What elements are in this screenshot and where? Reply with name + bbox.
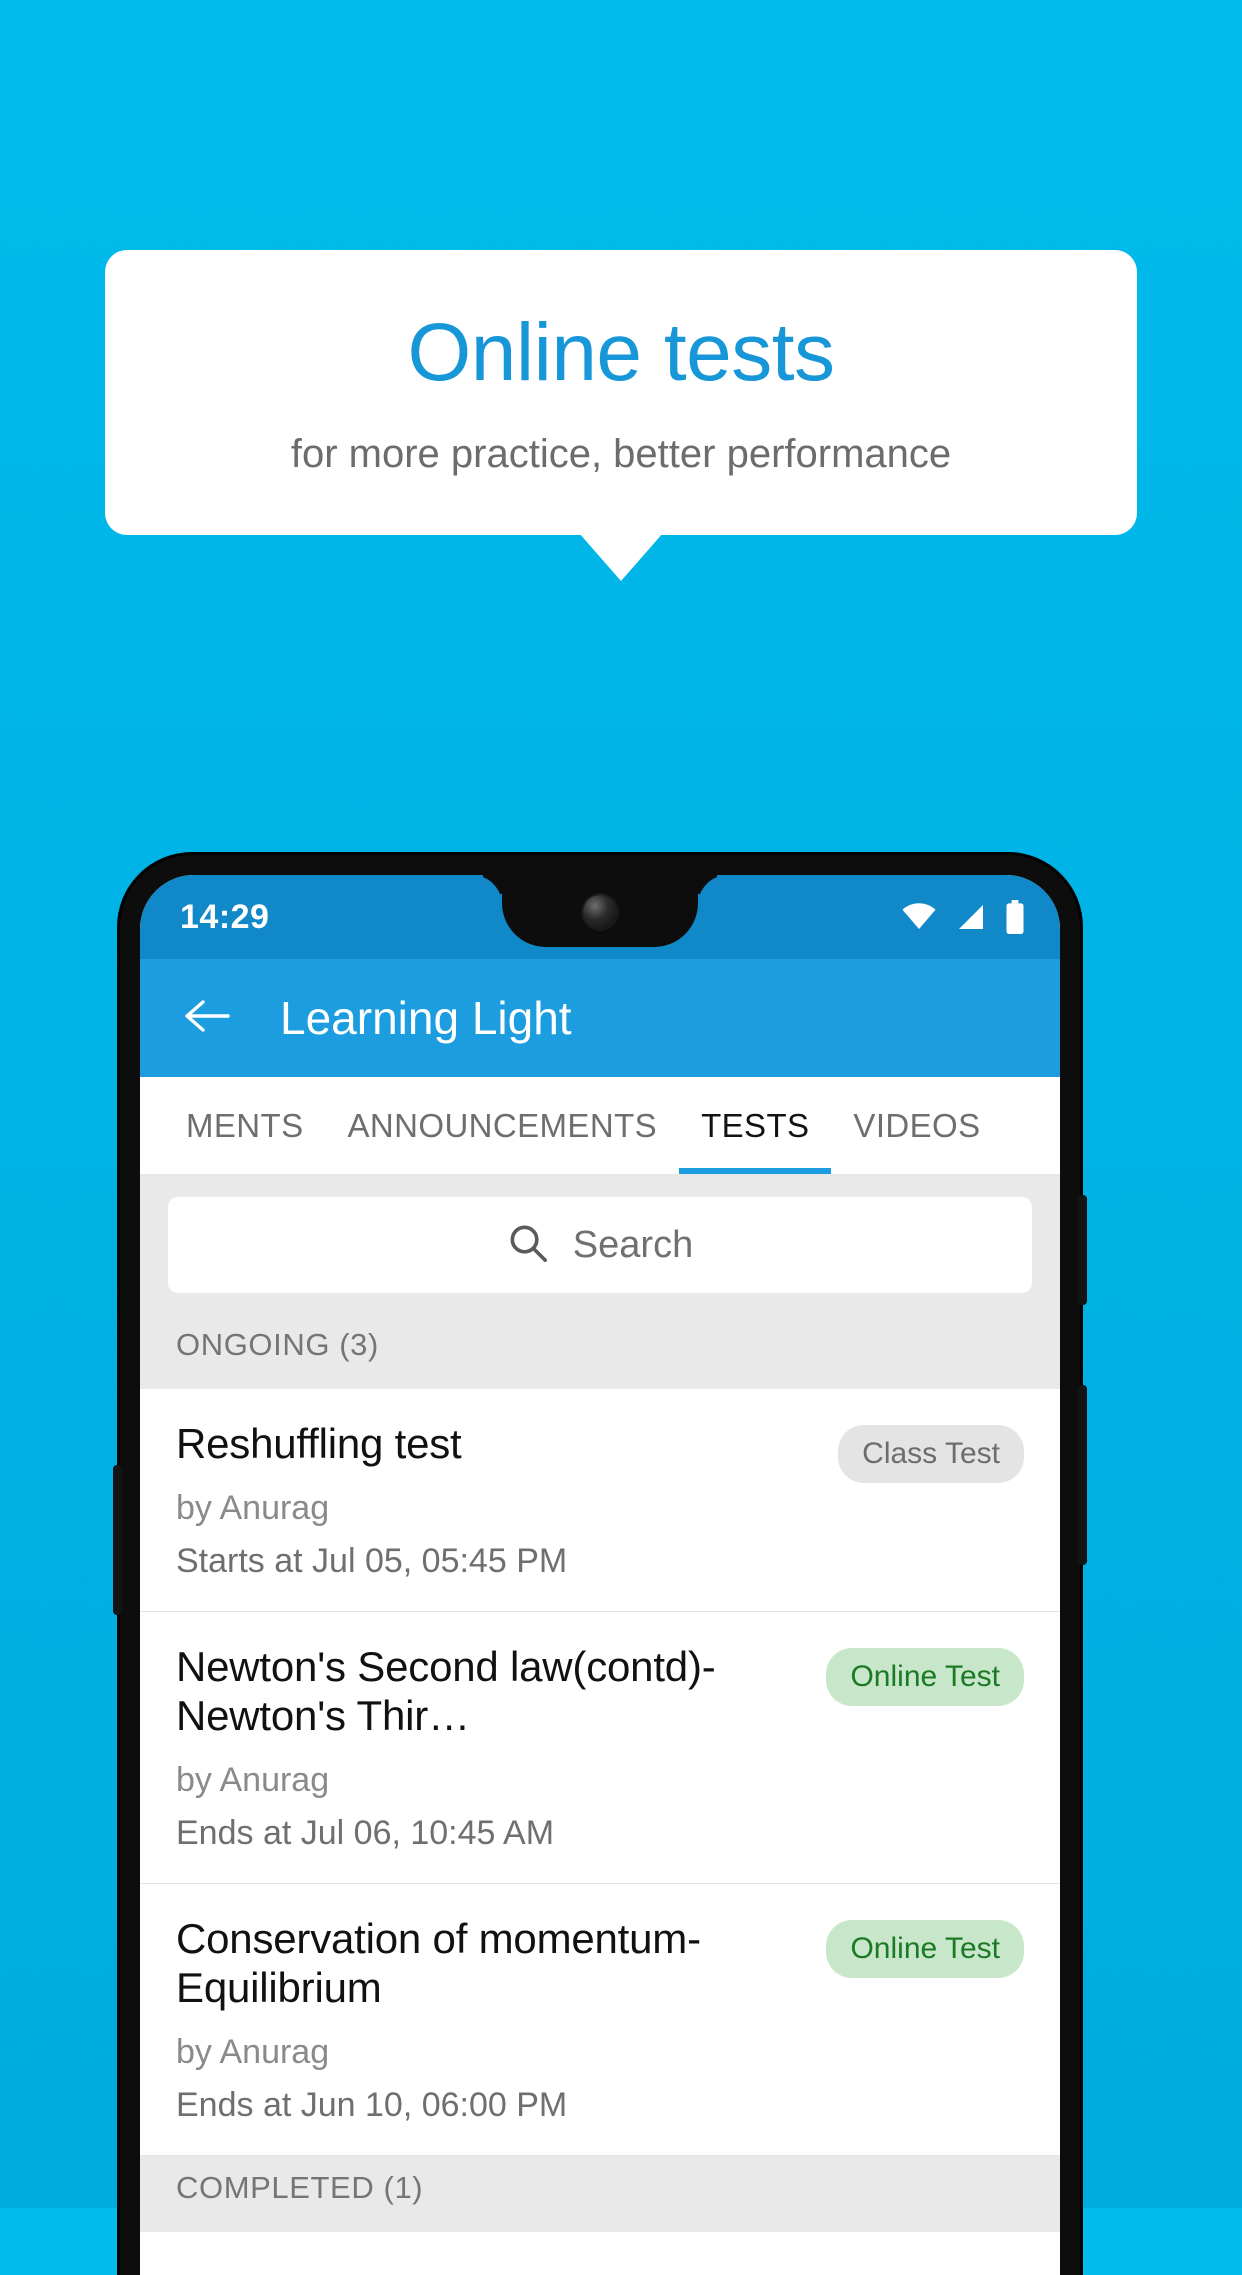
table-row[interactable]: Reshuffling test by Anurag Starts at Jul… [140, 1389, 1060, 1612]
side-button-left[interactable] [113, 1465, 122, 1615]
promo-title: Online tests [407, 307, 835, 398]
search-area: Search [140, 1175, 1060, 1313]
phone-screen: 14:29 Learning Light MENTS ANNOUNCEMENTS… [140, 875, 1060, 2275]
search-input[interactable]: Search [168, 1197, 1032, 1293]
test-info: Conservation of momentum-Equilibrium by … [176, 1914, 806, 2125]
promo-card: Online tests for more practice, better p… [105, 250, 1137, 581]
front-camera-icon [583, 895, 617, 929]
tab-bar: MENTS ANNOUNCEMENTS TESTS VIDEOS [140, 1077, 1060, 1175]
status-badge: Online Test [826, 1647, 1024, 1706]
tab-videos[interactable]: VIDEOS [831, 1077, 1002, 1174]
arrow-left-icon [182, 996, 232, 1041]
status-bar: 14:29 [140, 875, 1060, 959]
camera-notch [502, 875, 698, 947]
volume-button[interactable] [1078, 1385, 1087, 1565]
section-header-completed: COMPLETED (1) [140, 2155, 1060, 2232]
test-time: Starts at Jul 05, 05:45 PM [176, 1541, 568, 1580]
promo-callout: Online tests for more practice, better p… [105, 250, 1137, 581]
status-badge: Class Test [838, 1425, 1024, 1483]
app-bar: Learning Light [140, 959, 1060, 1077]
callout-tail [579, 533, 663, 581]
table-row[interactable]: Newton's Second law(contd)-Newton's Thir… [140, 1612, 1060, 1884]
table-row[interactable]: Conservation of momentum-Equilibrium by … [140, 1884, 1060, 2156]
test-author: by Anurag [176, 2032, 330, 2071]
test-info: Reshuffling test by Anurag Starts at Jul… [176, 1419, 818, 1581]
status-badge: Online Test [826, 1919, 1024, 1978]
section-header-ongoing: ONGOING (3) [140, 1313, 1060, 1389]
phone-frame: 14:29 Learning Light MENTS ANNOUNCEMENTS… [113, 855, 1087, 2275]
page-title: Learning Light [280, 992, 572, 1044]
test-info: Newton's Second law(contd)-Newton's Thir… [176, 1642, 806, 1853]
battery-icon [1004, 900, 1026, 934]
tab-assignments[interactable]: MENTS [164, 1077, 326, 1174]
signal-icon [954, 902, 988, 932]
status-icons [900, 900, 1026, 934]
power-button[interactable] [1078, 1195, 1087, 1305]
test-title: Newton's Second law(contd)-Newton's Thir… [176, 1642, 716, 1740]
test-author: by Anurag [176, 1488, 330, 1527]
tab-announcements[interactable]: ANNOUNCEMENTS [326, 1077, 680, 1174]
test-title: Reshuffling test [176, 1420, 462, 1467]
tests-list: Reshuffling test by Anurag Starts at Jul… [140, 1389, 1060, 2156]
test-title: Conservation of momentum-Equilibrium [176, 1914, 701, 2012]
search-placeholder: Search [572, 1223, 694, 1266]
promo-subtitle: for more practice, better performance [290, 432, 952, 476]
back-button[interactable] [180, 991, 234, 1045]
test-time: Ends at Jul 06, 10:45 AM [176, 1813, 555, 1852]
status-time: 14:29 [180, 897, 270, 936]
wifi-icon [900, 902, 938, 932]
test-author: by Anurag [176, 1760, 330, 1799]
search-icon [507, 1222, 549, 1269]
test-time: Ends at Jun 10, 06:00 PM [176, 2085, 568, 2124]
tab-tests[interactable]: TESTS [679, 1077, 832, 1174]
